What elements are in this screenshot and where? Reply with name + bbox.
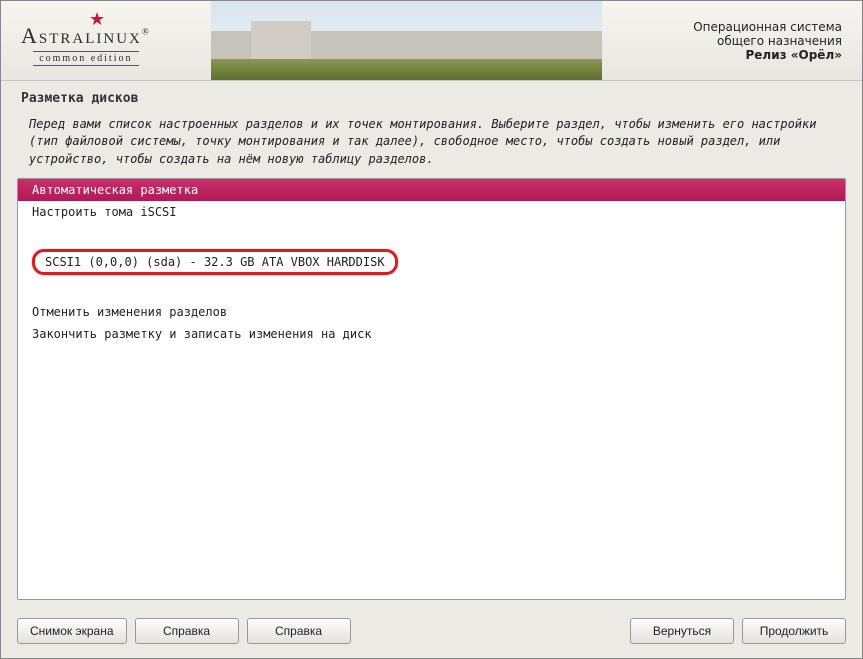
list-item-iscsi[interactable]: Настроить тома iSCSI <box>18 201 845 223</box>
button-group-left: Снимок экрана Справка Справка <box>17 618 351 644</box>
banner: ★ Astralinux® common edition Операционна… <box>1 1 862 81</box>
logo-subtext: common edition <box>33 51 138 66</box>
header-right: Операционная система общего назначения Р… <box>693 20 842 62</box>
instructions-text: Перед вами список настроенных разделов и… <box>17 112 846 178</box>
back-button[interactable]: Вернуться <box>630 618 734 644</box>
list-item-disk[interactable]: SCSI1 (0,0,0) (sda) - 32.3 GB ATA VBOX H… <box>32 249 398 275</box>
list-item-auto-partition[interactable]: Автоматическая разметка <box>18 179 845 201</box>
continue-button[interactable]: Продолжить <box>742 618 846 644</box>
partition-listbox[interactable]: Автоматическая разметка Настроить тома i… <box>17 178 846 600</box>
list-item-disk-wrap: SCSI1 (0,0,0) (sda) - 32.3 GB ATA VBOX H… <box>28 247 835 277</box>
banner-artwork <box>211 1 602 81</box>
header-line-1: Операционная система <box>693 20 842 34</box>
logo: ★ Astralinux® common edition <box>21 15 151 66</box>
content-area: Перед вами список настроенных разделов и… <box>17 112 846 600</box>
header-line-2: общего назначения <box>693 34 842 48</box>
list-item-undo[interactable]: Отменить изменения разделов <box>18 301 845 323</box>
help-button-1[interactable]: Справка <box>135 618 239 644</box>
list-item-finish[interactable]: Закончить разметку и записать изменения … <box>18 323 845 345</box>
logo-text: Astralinux® <box>21 23 151 49</box>
page-title: Разметка дисков <box>1 81 862 112</box>
header-line-3: Релиз «Орёл» <box>693 48 842 62</box>
help-button-2[interactable]: Справка <box>247 618 351 644</box>
button-bar: Снимок экрана Справка Справка Вернуться … <box>1 610 862 658</box>
button-group-right: Вернуться Продолжить <box>630 618 846 644</box>
screenshot-button[interactable]: Снимок экрана <box>17 618 127 644</box>
installer-window: ★ Astralinux® common edition Операционна… <box>0 0 863 659</box>
